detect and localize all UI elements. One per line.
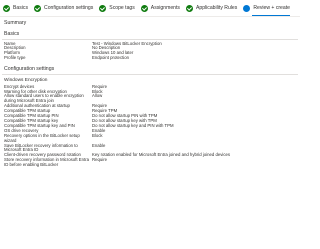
summary-row: Profile type Endpoint protection bbox=[4, 55, 296, 61]
checkmark-icon bbox=[34, 4, 42, 12]
configuration-heading: Configuration settings bbox=[4, 65, 55, 72]
tab-label: Scope tags bbox=[109, 5, 135, 11]
basics-section: Basics Name Test - Windows BitLocker Enc… bbox=[2, 30, 298, 62]
tab-scope-tags[interactable]: Scope tags bbox=[99, 0, 135, 16]
tab-label: Applicability Rules bbox=[195, 5, 238, 11]
configuration-section: Configuration settings Windows Encryptio… bbox=[2, 65, 298, 168]
tab-label: Basics bbox=[13, 5, 29, 11]
setting-label: Store recovery information in Microsoft … bbox=[4, 157, 90, 168]
setting-value: Enable bbox=[92, 142, 106, 148]
checkmark-icon bbox=[140, 4, 148, 12]
tab-label: Assignments bbox=[150, 5, 180, 11]
windows-encryption-heading: Windows Encryption bbox=[4, 77, 48, 83]
row-value: Endpoint protection bbox=[92, 55, 130, 61]
section-divider bbox=[2, 38, 298, 40]
review-content: Summary Basics Name Test - Windows BitLo… bbox=[2, 17, 298, 168]
basics-heading: Basics bbox=[4, 30, 20, 37]
current-step-icon bbox=[243, 4, 251, 12]
wizard-tabs: Basics Configuration settings Scope tags… bbox=[0, 0, 300, 16]
checkmark-icon bbox=[3, 4, 10, 12]
setting-value: Allow bbox=[92, 93, 103, 99]
section-divider bbox=[2, 73, 298, 75]
tab-applicability-rules[interactable]: Applicability Rules bbox=[185, 0, 238, 16]
checkmark-icon bbox=[99, 4, 107, 12]
tab-label: Configuration settings bbox=[44, 5, 94, 11]
tab-label: Review + create bbox=[253, 5, 290, 11]
tab-assignments[interactable]: Assignments bbox=[140, 0, 180, 16]
checkmark-icon bbox=[185, 4, 193, 12]
tab-review-create[interactable]: Review + create bbox=[243, 0, 290, 16]
setting-value: Require bbox=[92, 157, 108, 163]
summary-heading: Summary bbox=[4, 19, 27, 26]
row-label: Profile type bbox=[4, 55, 26, 61]
setting-row: Store recovery information in Microsoft … bbox=[4, 157, 296, 168]
setting-value: Block bbox=[92, 132, 103, 138]
tab-configuration-settings[interactable]: Configuration settings bbox=[34, 0, 93, 16]
tab-basics[interactable]: Basics bbox=[3, 0, 28, 16]
